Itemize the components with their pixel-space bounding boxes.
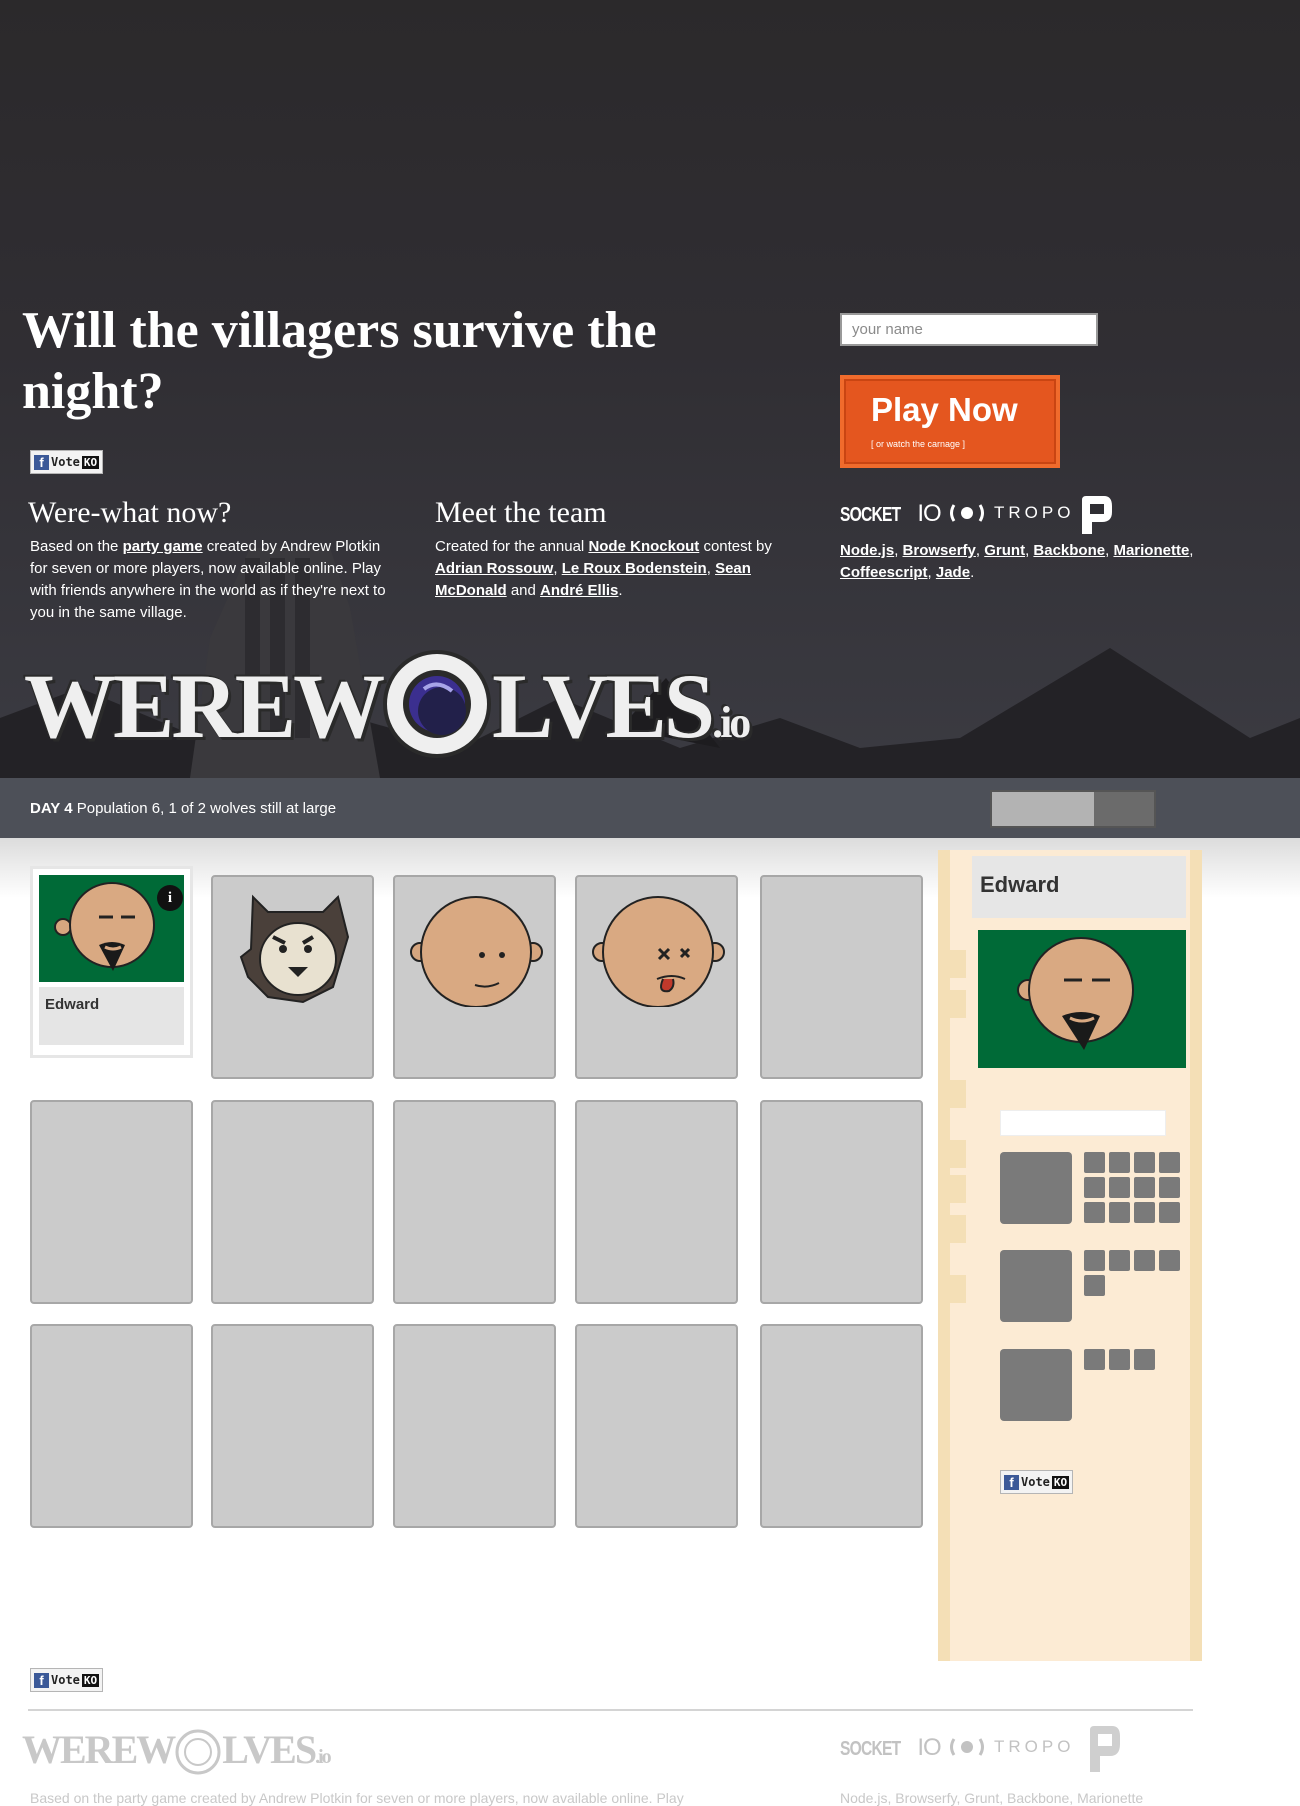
status-text: DAY 4 Population 6, 1 of 2 wolves still … <box>30 800 336 817</box>
team-text: Created for the annual Node Knockout con… <box>435 538 772 599</box>
player-card-empty <box>760 1100 923 1304</box>
vote-label: Vote <box>51 455 80 469</box>
tropo-logo: TROPO <box>948 503 1074 523</box>
pd-logo-icon <box>1082 496 1112 534</box>
player-name-input[interactable] <box>840 313 1098 346</box>
player-card-empty <box>760 875 923 1079</box>
tech-link[interactable]: Browserfy <box>903 542 976 559</box>
team-title: Meet the team <box>435 496 607 529</box>
info-icon[interactable]: i <box>157 885 183 911</box>
detail-player-name: Edward <box>972 856 1186 918</box>
moon-icon <box>382 650 492 758</box>
player-name: Edward <box>39 987 184 1045</box>
player-card-empty <box>211 1100 374 1304</box>
player-card-empty <box>575 1324 738 1528</box>
tech-link[interactable]: Grunt <box>984 542 1025 559</box>
hero-headline: Will the villagers survive the night? <box>22 302 657 420</box>
player-detail-panel: Edward f Vote KO <box>938 850 1202 1661</box>
tech-link[interactable]: Coffeescript <box>840 564 928 581</box>
about-text: Based on the party game created by Andre… <box>30 538 386 621</box>
vote-slot[interactable] <box>1000 1250 1072 1322</box>
player-card-empty <box>211 1324 374 1528</box>
game-status-bar: DAY 4 Population 6, 1 of 2 wolves still … <box>0 778 1300 838</box>
tech-link[interactable]: Node.js <box>840 542 894 559</box>
footer-logo: WEREW LVES.io <box>22 1727 332 1775</box>
tropo-logo: TROPO <box>948 1737 1074 1757</box>
phase-timer-fill <box>992 792 1095 826</box>
action-input[interactable] <box>1000 1110 1166 1136</box>
party-game-link[interactable]: party game <box>123 538 203 555</box>
player-card-empty <box>30 1100 193 1304</box>
socketio-logo: SOCKET IO <box>840 500 942 527</box>
player-card[interactable] <box>575 875 738 1079</box>
facebook-icon: f <box>34 454 49 470</box>
werewolves-logo: WEREW LVES.io <box>24 650 751 758</box>
phase-timer-bar <box>990 790 1156 828</box>
tropo-icon <box>950 504 984 522</box>
player-card[interactable] <box>211 875 374 1079</box>
bald-goatee-avatar-icon <box>1017 937 1134 1050</box>
player-avatar: i <box>39 875 184 982</box>
detail-player-avatar <box>978 930 1186 1068</box>
vote-slot[interactable] <box>1000 1152 1072 1224</box>
watch-carnage-link[interactable]: [ or watch the carnage ] <box>871 439 965 449</box>
socketio-logo: SOCKET IO <box>840 1734 942 1761</box>
footer-divider <box>28 1709 1193 1711</box>
about-title: Were-what now? <box>28 496 232 529</box>
pd-logo-icon <box>1090 1726 1120 1772</box>
team-member-link[interactable]: Adrian Rossouw <box>435 560 553 577</box>
play-now-button[interactable]: Play Now [ or watch the carnage ] <box>840 375 1060 468</box>
player-card-empty <box>30 1324 193 1528</box>
footer-about-text: Based on the party game created by Andre… <box>30 1790 684 1806</box>
hero-section: Will the villagers survive the night? f … <box>0 0 1300 778</box>
facebook-vote-ko-button[interactable]: f Vote KO <box>30 450 104 474</box>
player-card[interactable] <box>393 875 556 1079</box>
villager-avatar-icon <box>410 896 543 1008</box>
werewolf-avatar-icon <box>239 894 350 1004</box>
tech-link[interactable]: Jade <box>936 564 970 581</box>
tropo-icon <box>950 1738 984 1756</box>
day-counter: DAY 4 <box>30 800 73 817</box>
player-card-empty <box>393 1100 556 1304</box>
team-member-link[interactable]: André Ellis <box>540 582 618 599</box>
player-card-empty <box>575 1100 738 1304</box>
dead-villager-avatar-icon <box>592 896 725 1008</box>
player-card-selected[interactable]: i Edward <box>30 866 193 1058</box>
population-text: Population 6, 1 of 2 wolves still at lar… <box>76 800 337 817</box>
facebook-vote-ko-button[interactable]: f Vote KO <box>30 1668 104 1692</box>
player-card-empty <box>760 1324 923 1528</box>
footer-tech-list: Node.js, Browserfy, Grunt, Backbone, Mar… <box>840 1790 1144 1806</box>
node-knockout-link[interactable]: Node Knockout <box>588 538 699 555</box>
facebook-icon: f <box>1004 1474 1019 1490</box>
player-card-empty <box>393 1324 556 1528</box>
tech-link[interactable]: Marionette <box>1113 542 1189 559</box>
play-now-label: Play Now <box>871 391 1018 428</box>
ko-badge: KO <box>81 455 100 469</box>
facebook-icon: f <box>34 1672 49 1688</box>
moon-icon <box>174 1729 222 1775</box>
tech-list: Node.js, Browserfy, Grunt, Backbone, Mar… <box>840 542 1194 581</box>
tech-link[interactable]: Backbone <box>1033 542 1105 559</box>
facebook-vote-ko-button[interactable]: f Vote KO <box>1000 1470 1074 1494</box>
vote-slot[interactable] <box>1000 1349 1072 1421</box>
team-member-link[interactable]: Le Roux Bodenstein <box>562 560 707 577</box>
